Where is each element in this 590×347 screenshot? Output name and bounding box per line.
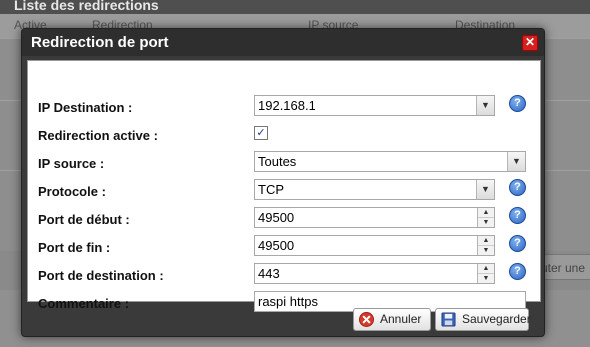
chevron-down-icon[interactable]: ▼ [478, 273, 494, 283]
dialog-footer: Annuler Sauvegarder [22, 301, 544, 336]
chevron-up-icon[interactable]: ▲ [478, 236, 494, 245]
protocole-select[interactable]: TCP ▼ [254, 179, 495, 200]
spinner: ▲ ▼ [477, 236, 494, 255]
row-ip-destination: IP Destination : 192.168.1 ▼ ? [28, 92, 540, 120]
save-button[interactable]: Sauvegarder [435, 308, 531, 331]
chevron-up-icon[interactable]: ▲ [478, 208, 494, 217]
row-ip-source: IP source : Toutes ▼ [28, 148, 540, 176]
port-destination-value: 443 [258, 266, 280, 281]
row-protocole: Protocole : TCP ▼ ? [28, 176, 540, 204]
port-fin-stepper[interactable]: 49500 ▲ ▼ [254, 235, 495, 256]
help-icon[interactable]: ? [509, 235, 526, 252]
protocole-label: Protocole : [38, 184, 106, 199]
row-redirection-active: Redirection active : ✓ [28, 120, 540, 148]
chevron-down-icon[interactable]: ▼ [476, 180, 494, 199]
cancel-button-label: Annuler [380, 312, 422, 326]
ip-destination-label: IP Destination : [38, 100, 133, 115]
chevron-down-icon[interactable]: ▼ [478, 217, 494, 227]
dialog-title: Redirection de port [31, 34, 169, 51]
port-debut-label: Port de début : [38, 212, 130, 227]
cancel-icon [359, 312, 374, 327]
ip-source-label: IP source : [38, 156, 105, 171]
redirection-active-checkbox[interactable]: ✓ [254, 126, 268, 140]
ip-source-value: Toutes [258, 154, 297, 169]
row-port-debut: Port de début : 49500 ▲ ▼ ? [28, 204, 540, 232]
ip-destination-select[interactable]: 192.168.1 ▼ [254, 95, 495, 116]
protocole-value: TCP [258, 182, 284, 197]
row-port-fin: Port de fin : 49500 ▲ ▼ ? [28, 232, 540, 260]
ip-source-select[interactable]: Toutes ▼ [254, 151, 526, 172]
help-icon[interactable]: ? [509, 207, 526, 224]
cancel-button[interactable]: Annuler [353, 308, 431, 331]
dialog-form: IP Destination : 192.168.1 ▼ ? Redirecti… [27, 60, 541, 312]
port-redirection-dialog: Redirection de port ✕ IP Destination : 1… [21, 28, 545, 337]
help-icon[interactable]: ? [509, 179, 526, 196]
background-title: Liste des redirections [0, 0, 590, 14]
chevron-down-icon[interactable]: ▼ [507, 152, 525, 171]
ip-redaction-mask [315, 97, 475, 114]
port-debut-value: 49500 [258, 210, 295, 225]
floppy-disk-icon [441, 312, 456, 327]
chevron-up-icon[interactable]: ▲ [478, 264, 494, 273]
help-icon[interactable]: ? [509, 95, 526, 112]
port-fin-label: Port de fin : [38, 240, 111, 255]
chevron-down-icon[interactable]: ▼ [476, 96, 494, 115]
spinner: ▲ ▼ [477, 264, 494, 283]
redirection-active-label: Redirection active : [38, 128, 158, 143]
chevron-down-icon[interactable]: ▼ [478, 245, 494, 255]
row-port-destination: Port de destination : 443 ▲ ▼ ? [28, 260, 540, 288]
port-destination-stepper[interactable]: 443 ▲ ▼ [254, 263, 495, 284]
port-fin-value: 49500 [258, 238, 295, 253]
port-debut-stepper[interactable]: 49500 ▲ ▼ [254, 207, 495, 228]
dialog-titlebar: Redirection de port [22, 29, 544, 56]
close-icon[interactable]: ✕ [522, 35, 538, 51]
spinner: ▲ ▼ [477, 208, 494, 227]
port-destination-label: Port de destination : [38, 268, 164, 283]
save-button-label: Sauvegarder [462, 312, 531, 326]
help-icon[interactable]: ? [509, 263, 526, 280]
ip-destination-value: 192.168.1 [258, 98, 316, 113]
